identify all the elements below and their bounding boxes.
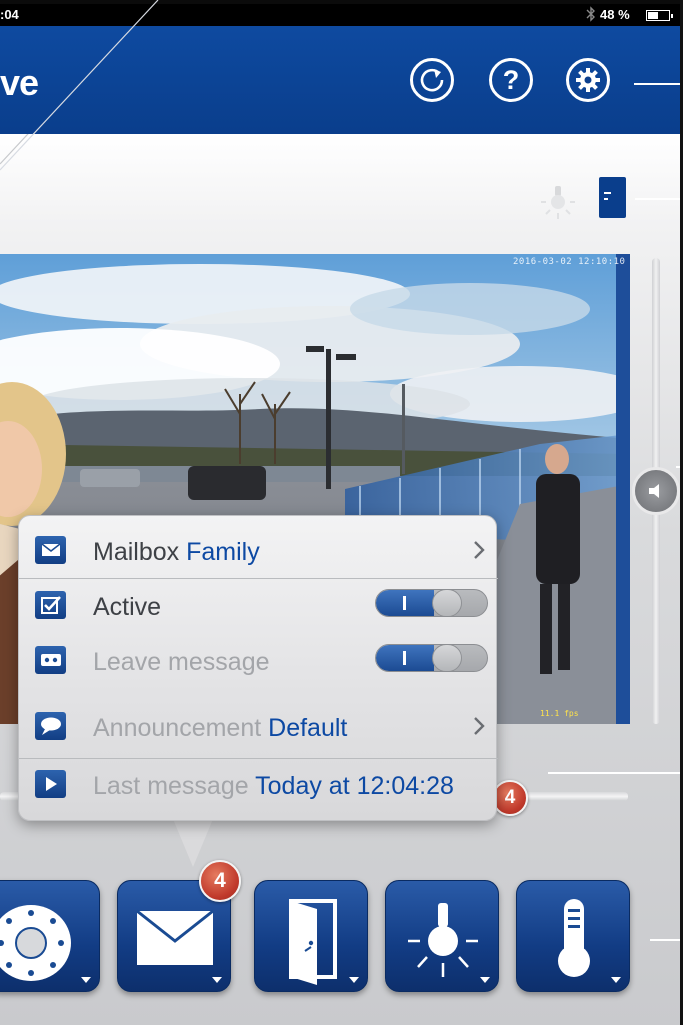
active-toggle[interactable]: [375, 589, 488, 617]
light-button[interactable]: [385, 880, 499, 992]
last-message-row[interactable]: Last message Today at 12:04:28: [19, 758, 498, 813]
announcement-value: Default: [268, 714, 348, 742]
mailbox-popup: Mailbox Family Active Leave message Anno…: [18, 515, 498, 821]
announcement-label: Announcement Default: [93, 714, 348, 742]
play-icon: [35, 770, 66, 798]
leave-message-label: Leave message: [93, 648, 270, 676]
callout-diagonal-header: [0, 0, 159, 171]
voicemail-icon: [35, 646, 66, 674]
chevron-right-icon: [474, 541, 485, 559]
message-count-badge: 4: [199, 860, 241, 902]
callout-line: [635, 198, 683, 200]
last-message-value: Today at 12:04:28: [255, 772, 454, 800]
light-bulb-icon[interactable]: [540, 182, 576, 222]
app-screen: :04 48 % ve ? 2016-03-02 12:10:10 11.1 f…: [0, 0, 683, 1025]
camera-button[interactable]: [0, 880, 100, 992]
speaker-icon: [649, 484, 659, 498]
callout-line: [548, 772, 683, 774]
door-button[interactable]: [254, 880, 368, 992]
light-bulb-icon: [408, 903, 478, 977]
leave-message-row: Leave message: [19, 634, 498, 689]
camera-overlay-text: 11.1 fps: [540, 709, 579, 718]
leave-message-toggle[interactable]: [375, 644, 488, 672]
mailbox-row[interactable]: Mailbox Family: [19, 524, 498, 579]
chevron-right-icon: [474, 717, 485, 735]
announcement-row[interactable]: Announcement Default: [19, 700, 498, 759]
mailbox-label: Mailbox Family: [93, 538, 260, 566]
temperature-button[interactable]: [516, 880, 630, 992]
active-row: Active: [19, 579, 498, 634]
active-label: Active: [93, 593, 162, 621]
dome-camera-icon: [0, 905, 71, 981]
mail-icon: [35, 536, 66, 564]
mailbox-value: Family: [186, 538, 260, 566]
thermometer-icon: [558, 899, 590, 977]
checkbox-icon: [35, 591, 66, 619]
door-icon: [289, 899, 337, 985]
camera-timestamp: 2016-03-02 12:10:10: [513, 257, 626, 267]
callout-line: [650, 939, 683, 941]
speech-bubble-icon: [35, 712, 66, 740]
volume-slider-knob[interactable]: [632, 467, 680, 515]
popup-tail: [173, 819, 213, 867]
panel-toggle-button[interactable]: [599, 177, 626, 218]
last-message-label: Last message Today at 12:04:28: [93, 772, 454, 800]
